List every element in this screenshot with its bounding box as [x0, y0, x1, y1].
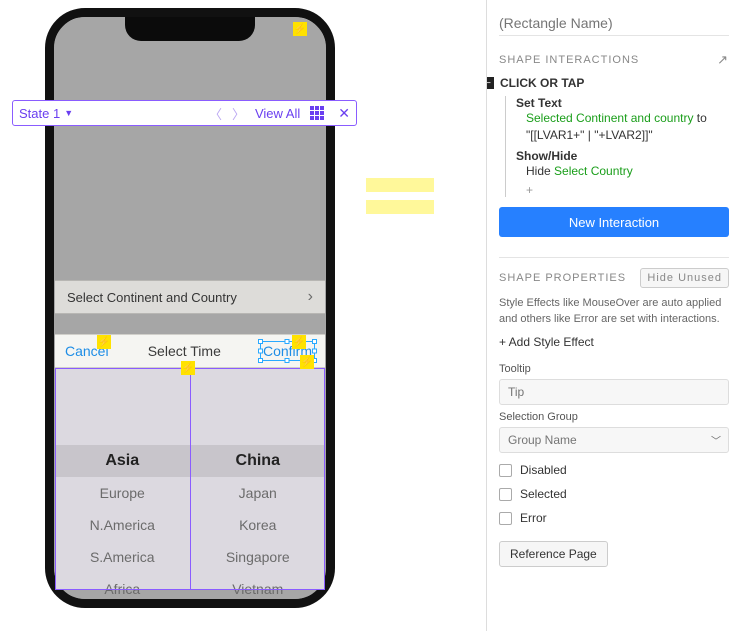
action-expression: "[[LVAR1+" | "+LVAR2]]" [526, 128, 653, 142]
reference-page-button[interactable]: Reference Page [499, 541, 608, 567]
picker-body[interactable]: Asia Europe N.America S.America Africa C… [55, 368, 325, 590]
highlight-strip [366, 200, 434, 214]
shape-interactions-heading: SHAPE INTERACTIONS [499, 54, 639, 66]
lightning-icon: ⚡ [300, 355, 314, 369]
hide-unused-button[interactable]: Hide Unused [640, 268, 729, 288]
prev-state-button[interactable]: 〈 [209, 104, 222, 123]
picker-title: Select Time [148, 343, 221, 359]
checkbox-icon[interactable] [499, 512, 512, 525]
picker-option[interactable]: Europe [55, 477, 190, 509]
checkbox-label: Disabled [520, 463, 567, 477]
action-name[interactable]: Show/Hide [516, 149, 729, 163]
picker-option[interactable]: N.America [55, 509, 190, 541]
close-icon[interactable]: ✕ [338, 105, 350, 122]
picker-option[interactable]: China [191, 445, 326, 477]
action-target: Selected Continent and country [526, 111, 693, 125]
checkbox-label: Selected [520, 487, 567, 501]
picker-option[interactable]: Japan [191, 477, 326, 509]
lightning-icon: ⚡ [292, 335, 306, 349]
helper-text: Style Effects like MouseOver are auto ap… [499, 296, 729, 327]
next-state-button[interactable]: 〉 [232, 104, 245, 123]
event-name[interactable]: CLICK OR TAP [500, 76, 584, 90]
picker-column-country[interactable]: China Japan Korea Singapore Vietnam [191, 369, 326, 590]
picker-option[interactable]: Singapore [191, 541, 326, 573]
tooltip-input[interactable] [499, 379, 729, 405]
picker-option[interactable]: Vietnam [191, 573, 326, 605]
selection-group-label: Selection Group [499, 411, 729, 423]
collapse-icon[interactable]: − [487, 77, 494, 89]
checkbox-label: Error [520, 511, 547, 525]
widget-name-input[interactable] [499, 10, 729, 36]
new-interaction-button[interactable]: New Interaction [499, 207, 729, 237]
select-continent-row[interactable]: Select Continent and Country › [55, 280, 325, 314]
properties-panel: SHAPE INTERACTIONS ↗ − CLICK OR TAP Set … [487, 0, 741, 631]
chevron-right-icon: › [308, 288, 313, 306]
action-detail: Selected Continent and country to "[[LVA… [526, 110, 729, 144]
checkbox-icon[interactable] [499, 464, 512, 477]
picker-option[interactable]: S.America [55, 541, 190, 573]
picker-option[interactable]: Asia [55, 445, 190, 477]
highlight-strip [366, 178, 434, 192]
selected-checkbox-row[interactable]: Selected [499, 487, 729, 501]
dynamic-panel-toolbar: State 1 ▼ 〈 〉 View All ✕ [12, 100, 357, 126]
action-detail: Hide Select Country [526, 163, 729, 180]
state-dropdown[interactable]: State 1 ▼ [19, 106, 73, 121]
shape-properties-heading: SHAPE PROPERTIES [499, 272, 626, 284]
action-target: Select Country [554, 164, 633, 178]
caret-down-icon: ▼ [64, 108, 73, 118]
grid-icon[interactable] [310, 106, 324, 120]
error-checkbox-row[interactable]: Error [499, 511, 729, 525]
interaction-block: Set Text Selected Continent and country … [505, 96, 729, 197]
picker-column-continent[interactable]: Asia Europe N.America S.America Africa [55, 369, 191, 590]
add-style-effect-button[interactable]: + Add Style Effect [499, 335, 729, 349]
picker-option[interactable]: Africa [55, 573, 190, 605]
select-row-label: Select Continent and Country [67, 290, 237, 305]
action-name[interactable]: Set Text [516, 96, 729, 110]
tooltip-label: Tooltip [499, 363, 729, 375]
lightning-icon: ⚡ [293, 22, 307, 36]
disabled-checkbox-row[interactable]: Disabled [499, 463, 729, 477]
state-label: State 1 [19, 106, 60, 121]
view-all-button[interactable]: View All [255, 106, 300, 121]
lightning-icon: ⚡ [97, 335, 111, 349]
lightning-icon: ⚡ [181, 361, 195, 375]
picker-option[interactable]: Korea [191, 509, 326, 541]
divider [499, 257, 729, 258]
checkbox-icon[interactable] [499, 488, 512, 501]
selection-group-select[interactable] [499, 427, 729, 453]
popout-icon[interactable]: ↗ [717, 52, 729, 68]
design-canvas[interactable]: ⚡ ⚡ ⚡ ⚡ ⚡ State 1 ▼ 〈 〉 View All ✕ Selec… [0, 0, 487, 631]
add-action-button[interactable]: + [526, 183, 729, 197]
